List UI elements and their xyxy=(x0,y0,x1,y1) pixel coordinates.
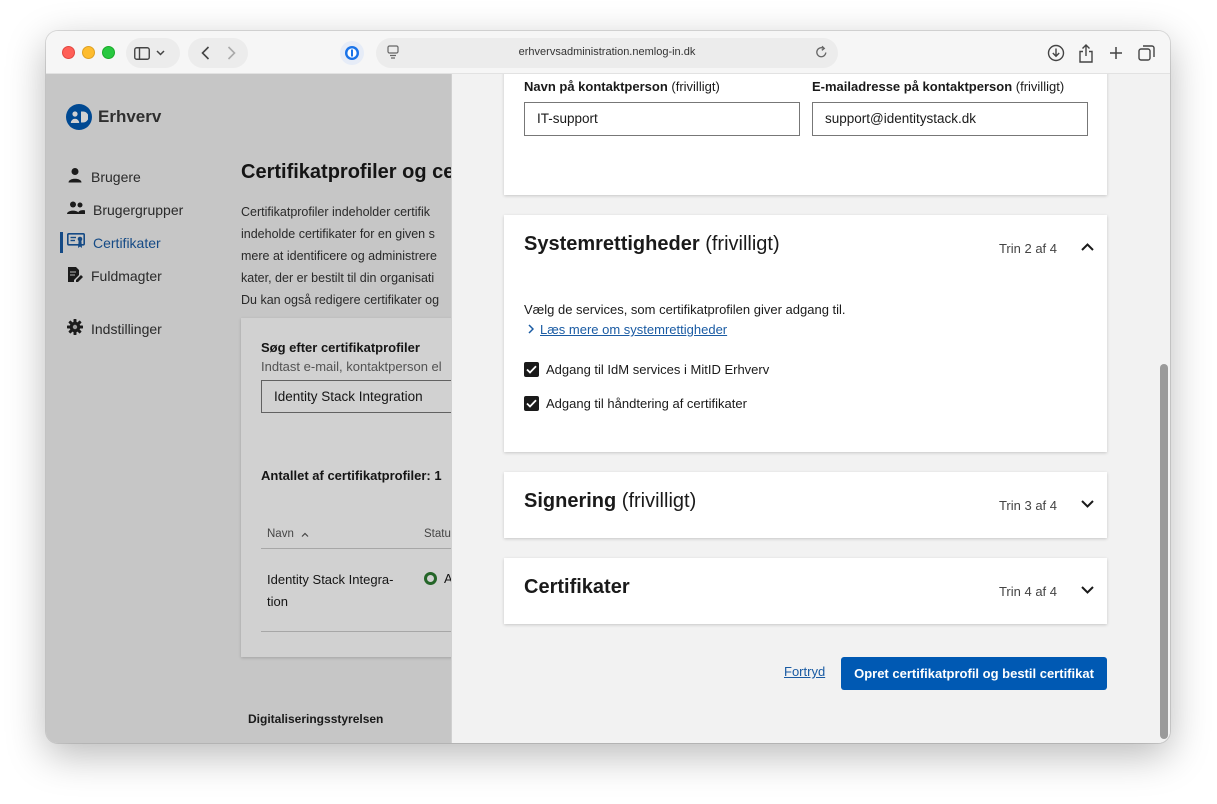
read-more-link[interactable]: Læs mere om systemrettigheder xyxy=(528,322,727,337)
checkbox-idm-services[interactable]: Adgang til IdM services i MitID Erhverv xyxy=(524,362,769,377)
optional-marker: (frivilligt) xyxy=(1015,79,1065,94)
optional-marker: (frivilligt) xyxy=(705,233,780,255)
section-title[interactable]: Systemrettigheder (frivilligt) xyxy=(524,233,780,256)
read-more-text: Læs mere om systemrettigheder xyxy=(540,322,728,337)
navigation-buttons xyxy=(188,38,248,68)
zoom-window-button[interactable] xyxy=(102,46,115,59)
contact-email-input[interactable]: support@identitystack.dk xyxy=(812,102,1088,136)
section-title-text: Signering xyxy=(524,490,617,512)
contact-email-label: E-mailadresse på kontaktperson (frivilli… xyxy=(812,79,1064,94)
section-title: Certifikater xyxy=(524,576,630,599)
download-icon[interactable] xyxy=(1045,42,1067,64)
step-indicator: Trin 3 af 4 xyxy=(998,498,1057,513)
checkbox-checked-icon[interactable] xyxy=(524,396,539,411)
section-description: Vælg de services, som certifikatprofilen… xyxy=(524,302,846,317)
chevron-up-icon[interactable] xyxy=(1079,239,1095,255)
close-window-button[interactable] xyxy=(62,46,75,59)
checkbox-checked-icon[interactable] xyxy=(524,362,539,377)
url-text: erhvervsadministration.nemlog-in.dk xyxy=(518,46,696,58)
checkbox-certificate-handling[interactable]: Adgang til håndtering af certifikater xyxy=(524,396,747,411)
tab-overview-icon[interactable] xyxy=(1135,42,1157,64)
reload-icon[interactable] xyxy=(815,45,828,64)
password-manager-icon[interactable] xyxy=(340,41,364,65)
create-profile-drawer: Navn på kontaktperson (frivilligt) IT-su… xyxy=(451,74,1170,743)
modal-backdrop[interactable] xyxy=(46,74,451,743)
step-indicator: Trin 4 af 4 xyxy=(998,584,1057,599)
checkbox-label: Adgang til IdM services i MitID Erhverv xyxy=(546,362,770,377)
system-rights-section: Systemrettigheder (frivilligt) Trin 2 af… xyxy=(504,215,1107,452)
checkbox-label: Adgang til håndtering af certifikater xyxy=(546,396,747,411)
section-title-text: Certifikater xyxy=(524,576,630,598)
contact-card: Navn på kontaktperson (frivilligt) IT-su… xyxy=(504,74,1107,195)
drawer-scrollbar[interactable] xyxy=(1160,364,1168,739)
browser-window: erhvervsadministration.nemlog-in.dk Erhv… xyxy=(46,31,1170,743)
section-title-text: Systemrettigheder xyxy=(524,233,700,255)
sidebar-icon xyxy=(134,46,150,60)
new-tab-icon[interactable] xyxy=(1105,42,1127,64)
address-bar[interactable]: erhvervsadministration.nemlog-in.dk xyxy=(376,38,838,68)
forward-button[interactable] xyxy=(227,46,236,60)
chevron-right-icon xyxy=(528,322,535,337)
chevron-down-icon[interactable] xyxy=(1079,582,1095,598)
section-title: Signering (frivilligt) xyxy=(524,490,696,513)
optional-marker: (frivilligt) xyxy=(621,490,697,512)
contact-name-label: Navn på kontaktperson (frivilligt) xyxy=(524,79,720,94)
contact-name-label-text: Navn på kontaktperson xyxy=(524,79,668,94)
certificates-section[interactable]: Certifikater Trin 4 af 4 xyxy=(504,558,1107,624)
contact-email-label-text: E-mailadresse på kontaktperson xyxy=(812,79,1013,94)
page-content: Erhverv Brugere Brugergrupper Certifikat… xyxy=(46,74,1170,743)
create-profile-button[interactable]: Opret certifikatprofil og bestil certifi… xyxy=(841,657,1107,690)
back-button[interactable] xyxy=(200,46,210,60)
step-indicator: Trin 2 af 4 xyxy=(998,241,1057,256)
share-icon[interactable] xyxy=(1075,42,1097,64)
minimize-window-button[interactable] xyxy=(82,46,95,59)
sidebar-toggle-button[interactable] xyxy=(126,38,180,68)
optional-marker: (frivilligt) xyxy=(671,79,720,94)
browser-toolbar: erhvervsadministration.nemlog-in.dk xyxy=(46,31,1170,74)
chevron-down-icon[interactable] xyxy=(1079,496,1095,512)
contact-name-input[interactable]: IT-support xyxy=(524,102,800,136)
cancel-link[interactable]: Fortryd xyxy=(784,664,825,679)
chevron-down-icon xyxy=(156,50,165,56)
signing-section[interactable]: Signering (frivilligt) Trin 3 af 4 xyxy=(504,472,1107,538)
